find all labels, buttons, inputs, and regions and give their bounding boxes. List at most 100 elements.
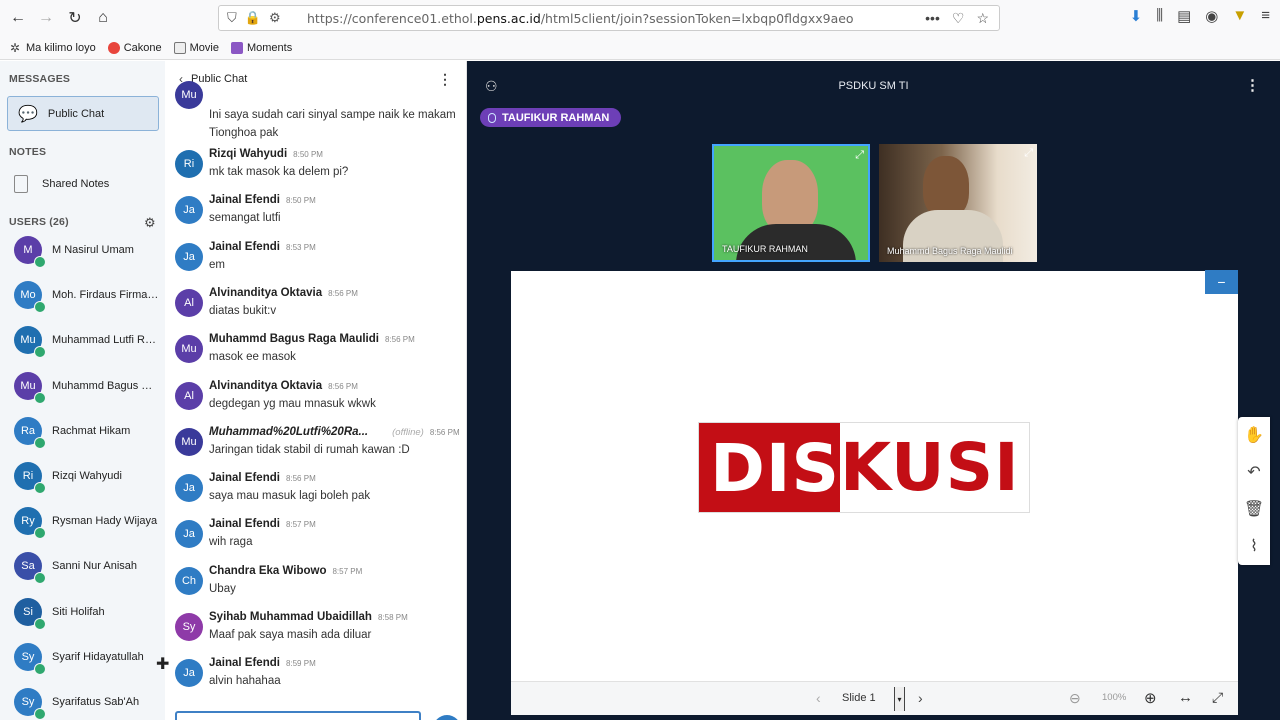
message-time: 8:50 PM [285, 196, 316, 206]
video-tile[interactable]: ⤢ Muhammd Bagus Raga Maulidi [879, 144, 1037, 262]
avatar: M [14, 236, 46, 268]
avatar: Ra [14, 416, 46, 449]
address-bar[interactable]: ⛉ 🔒 ⚙ https://conference01.ethol.pens.ac… [218, 5, 1000, 31]
options-icon[interactable]: ⋮ [1245, 76, 1260, 94]
microphone-icon [34, 391, 46, 404]
forward-icon[interactable]: → [32, 4, 60, 32]
avatar: Sy [175, 613, 203, 641]
trash-icon[interactable]: 🗑 [1238, 493, 1270, 525]
message-time: 8:57 PM [332, 566, 363, 576]
page-actions-icon[interactable]: ••• [925, 10, 940, 27]
extension-icon[interactable]: ▼ [1232, 7, 1247, 25]
library-icon[interactable]: ⫼ [1156, 7, 1163, 25]
user-list-item[interactable]: Ri Rizqi Wahyudi [14, 461, 164, 494]
user-list-item[interactable]: Sa Sanni Nur Anisah [14, 551, 164, 585]
avatar-initials: Ri [183, 158, 195, 170]
avatar: Ja [175, 474, 203, 503]
avatar-initials: Si [23, 605, 33, 618]
user-list-item[interactable]: Mo Moh. Firdaus Firman... [14, 280, 164, 314]
message-text: masok ee masok [209, 351, 296, 364]
pocket-icon[interactable]: ♡ [952, 10, 965, 27]
chat-header[interactable]: ‹ Public Chat [165, 61, 466, 97]
send-button[interactable] [433, 715, 461, 720]
lock-icon[interactable]: 🔒 [245, 10, 261, 26]
user-list-item[interactable]: Sy Syarifatus Sab'Ah [14, 687, 164, 720]
back-icon[interactable]: ← [4, 4, 32, 32]
slide-select-icon[interactable]: ▾ [894, 687, 905, 711]
user-list-item[interactable]: Mu Muhammad Lutfi Ra... [14, 325, 164, 359]
fit-width-icon[interactable]: ↔ [1178, 689, 1193, 706]
download-icon[interactable]: ⬇ [1130, 7, 1143, 25]
fullscreen-icon[interactable]: ⤢ [1212, 689, 1223, 706]
video-tile[interactable]: ⤢ TAUFIKUR RAHMAN [712, 144, 870, 262]
shield-icon[interactable]: ⛉ [227, 10, 237, 26]
avatar-initials: Mu [181, 435, 197, 448]
bookmark-item[interactable]: Movie [173, 41, 219, 54]
avatar-initials: Mo [20, 289, 36, 302]
home-icon[interactable]: ⌂ [89, 4, 117, 32]
message-text: alvin hahahaa [209, 675, 281, 688]
chat-options-icon[interactable]: ⋮ [438, 71, 452, 88]
expand-icon[interactable]: ⤢ [855, 149, 864, 162]
hand-tool-icon[interactable]: ✋ [1238, 419, 1270, 451]
user-list-item[interactable]: Mu Muhammd Bagus Ra... [14, 371, 164, 404]
avatar-initials: Ja [183, 667, 195, 680]
sender-name: Jainal Efendi [209, 657, 280, 670]
zoom-in-icon[interactable]: ⊕ [1144, 689, 1157, 707]
url-text[interactable]: https://conference01.ethol.pens.ac.id/ht… [307, 11, 854, 26]
sender-name: Alvinanditya Oktavia [209, 379, 323, 392]
zoom-value[interactable]: 100% [1102, 692, 1126, 703]
zoom-out-icon[interactable]: ⊖ [1069, 690, 1081, 707]
presentation-slide[interactable]: DIS KUSI [511, 271, 1238, 681]
expand-icon[interactable]: ⤢ [1024, 147, 1033, 160]
chrome-icon [107, 41, 120, 54]
diskusi-banner: DIS KUSI [698, 422, 1030, 513]
sender-name: Jainal Efendi [209, 518, 280, 531]
user-name: Rachmat Hikam [52, 424, 131, 437]
reload-icon[interactable]: ↻ [61, 4, 89, 32]
user-list-item[interactable]: Sy Syarif Hidayatullah [14, 642, 164, 675]
user-settings-gear-icon[interactable]: ⚙ [144, 215, 156, 231]
microphone-icon [34, 617, 46, 630]
user-list-item[interactable]: Si Siti Holifah [14, 597, 164, 630]
microphone-icon [34, 708, 46, 720]
avatar: Sa [14, 552, 46, 585]
avatar-initials: Ch [181, 574, 197, 587]
message-text: wih raga [209, 536, 253, 549]
message-time: 8:50 PM [293, 150, 323, 159]
slide-label[interactable]: Slide 1 [842, 692, 876, 704]
message-text: saya mau masuk lagi boleh pak [209, 490, 371, 503]
whiteboard-icon[interactable]: ⌇ [1238, 530, 1270, 562]
permissions-icon[interactable]: ⚙ [269, 10, 281, 26]
microphone-icon [34, 662, 46, 675]
public-chat-item[interactable]: 💬 Public Chat [7, 96, 159, 131]
next-slide-icon[interactable]: › [918, 690, 923, 706]
message-input[interactable] [175, 711, 421, 720]
user-list-item[interactable]: Ra Rachmat Hikam [14, 416, 164, 449]
message-time: 8:58 PM [377, 613, 408, 622]
user-list-item[interactable]: Ry Rysman Hady Wijaya [14, 506, 164, 540]
menu-icon[interactable]: ≡ [1261, 7, 1270, 25]
user-name: Syarifatus Sab'Ah [52, 696, 140, 708]
message-time: 8:56 PM [285, 474, 316, 484]
shared-notes-item[interactable]: Shared Notes [14, 175, 109, 193]
bookmark-item[interactable]: Cakone [107, 41, 162, 54]
undo-icon[interactable]: ↶ [1238, 456, 1270, 488]
sidebar-toggle-icon[interactable]: ▤ [1177, 7, 1191, 25]
bookmark-star-icon[interactable]: ☆ [976, 10, 989, 27]
message-time: 8:53 PM [285, 242, 316, 252]
user-name: Moh. Firdaus Firman... [52, 289, 160, 302]
users-title: USERS (26) [9, 216, 69, 228]
webcam-shoulders [736, 224, 856, 260]
minimize-presentation-button[interactable]: − [1205, 270, 1238, 294]
previous-slide-icon[interactable]: ‹ [816, 690, 821, 706]
avatar: Mu [175, 335, 203, 364]
bookmark-item[interactable]: ✲ Ma kilimo loyo [10, 42, 96, 54]
account-icon[interactable]: ◉ [1205, 7, 1218, 25]
talking-indicator[interactable]: TAUFIKUR RAHMAN [480, 108, 622, 127]
user-name: Rizqi Wahyudi [52, 470, 122, 482]
bookmark-item[interactable]: Moments [230, 41, 292, 54]
user-name: Siti Holifah [52, 605, 105, 618]
user-list-item[interactable]: M M Nasirul Umam [14, 235, 164, 268]
microphone-icon [34, 301, 46, 314]
